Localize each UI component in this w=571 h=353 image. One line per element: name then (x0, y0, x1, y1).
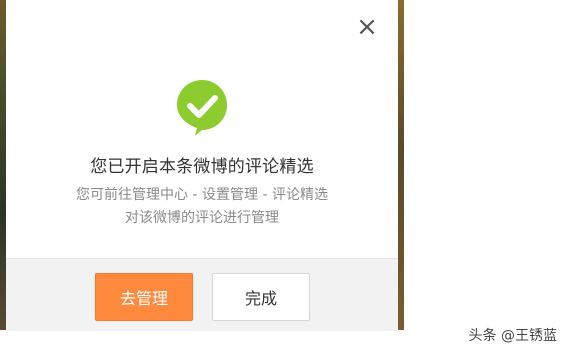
dialog-title: 您已开启本条微博的评论精选 (90, 157, 314, 177)
check-bubble-icon (175, 78, 229, 138)
description-line-2: 对该微博的评论进行管理 (125, 210, 279, 226)
manage-button[interactable]: 去管理 (95, 273, 193, 321)
dialog-footer: 去管理 完成 (6, 258, 398, 331)
background-edge-right (398, 0, 404, 330)
close-icon[interactable]: × (356, 14, 378, 40)
watermark-text: 头条 @王锈蓝 (468, 328, 557, 344)
comment-selection-dialog: × 您已开启本条微博的评论精选 您可前往管理中心 - 设置管理 - 评论精选 对… (6, 0, 398, 331)
done-button[interactable]: 完成 (212, 273, 310, 321)
dialog-description: 您可前往管理中心 - 设置管理 - 评论精选 对该微博的评论进行管理 (6, 184, 398, 230)
description-line-1: 您可前往管理中心 - 设置管理 - 评论精选 (76, 187, 328, 203)
